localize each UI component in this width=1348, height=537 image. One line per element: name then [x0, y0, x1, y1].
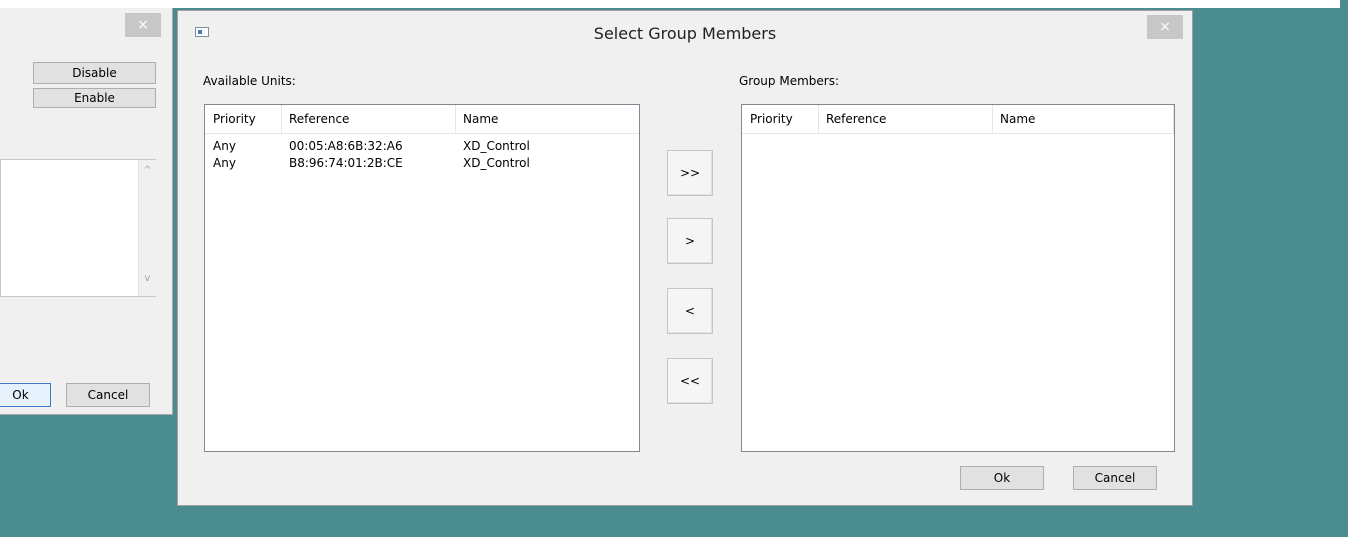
- select-group-members-dialog: Select Group Members × Available Units: …: [177, 10, 1193, 506]
- dialog-title: Select Group Members: [593, 24, 777, 43]
- list-header: Priority Reference Name: [742, 105, 1174, 134]
- column-header-reference[interactable]: Reference: [281, 105, 456, 133]
- background-ok-button[interactable]: Ok: [0, 383, 51, 407]
- cell-reference: B8:96:74:01:2B:CE: [289, 156, 403, 170]
- column-header-priority[interactable]: Priority: [742, 105, 819, 133]
- column-header-priority[interactable]: Priority: [205, 105, 282, 133]
- titlebar: Select Group Members ×: [178, 11, 1192, 51]
- cell-name: XD_Control: [463, 156, 530, 170]
- disable-button[interactable]: Disable: [33, 62, 156, 84]
- add-all-button[interactable]: >>: [667, 150, 713, 196]
- cell-priority: Any: [213, 139, 236, 153]
- enable-button[interactable]: Enable: [33, 88, 156, 108]
- background-scrollbar[interactable]: ^ v: [138, 160, 156, 296]
- available-units-label: Available Units:: [203, 74, 296, 88]
- add-one-button[interactable]: >: [667, 218, 713, 264]
- list-item[interactable]: Any 00:05:A8:6B:32:A6 XD_Control: [205, 139, 639, 156]
- scroll-down-icon[interactable]: v: [139, 270, 156, 287]
- background-cancel-button[interactable]: Cancel: [66, 383, 150, 407]
- background-dialog: × Disable Enable ^ v Ok Cancel: [0, 8, 173, 415]
- cancel-button[interactable]: Cancel: [1073, 466, 1157, 490]
- remove-one-button[interactable]: <: [667, 288, 713, 334]
- background-titlebar: ×: [0, 8, 172, 50]
- background-list[interactable]: [0, 159, 156, 297]
- column-header-reference[interactable]: Reference: [818, 105, 993, 133]
- scroll-up-icon[interactable]: ^: [139, 162, 156, 179]
- cell-reference: 00:05:A8:6B:32:A6: [289, 139, 403, 153]
- top-strip: [0, 0, 1348, 8]
- close-button[interactable]: ×: [1147, 15, 1183, 39]
- group-members-label: Group Members:: [739, 74, 840, 88]
- cell-name: XD_Control: [463, 139, 530, 153]
- background-close-button[interactable]: ×: [125, 13, 161, 37]
- right-edge: [1340, 0, 1348, 537]
- ok-button[interactable]: Ok: [960, 466, 1044, 490]
- remove-all-button[interactable]: <<: [667, 358, 713, 404]
- list-header: Priority Reference Name: [205, 105, 639, 134]
- column-header-name[interactable]: Name: [455, 105, 639, 133]
- available-units-list[interactable]: Priority Reference Name Any 00:05:A8:6B:…: [204, 104, 640, 452]
- cell-priority: Any: [213, 156, 236, 170]
- column-header-name[interactable]: Name: [992, 105, 1174, 133]
- group-members-list[interactable]: Priority Reference Name: [741, 104, 1175, 452]
- list-item[interactable]: Any B8:96:74:01:2B:CE XD_Control: [205, 156, 639, 173]
